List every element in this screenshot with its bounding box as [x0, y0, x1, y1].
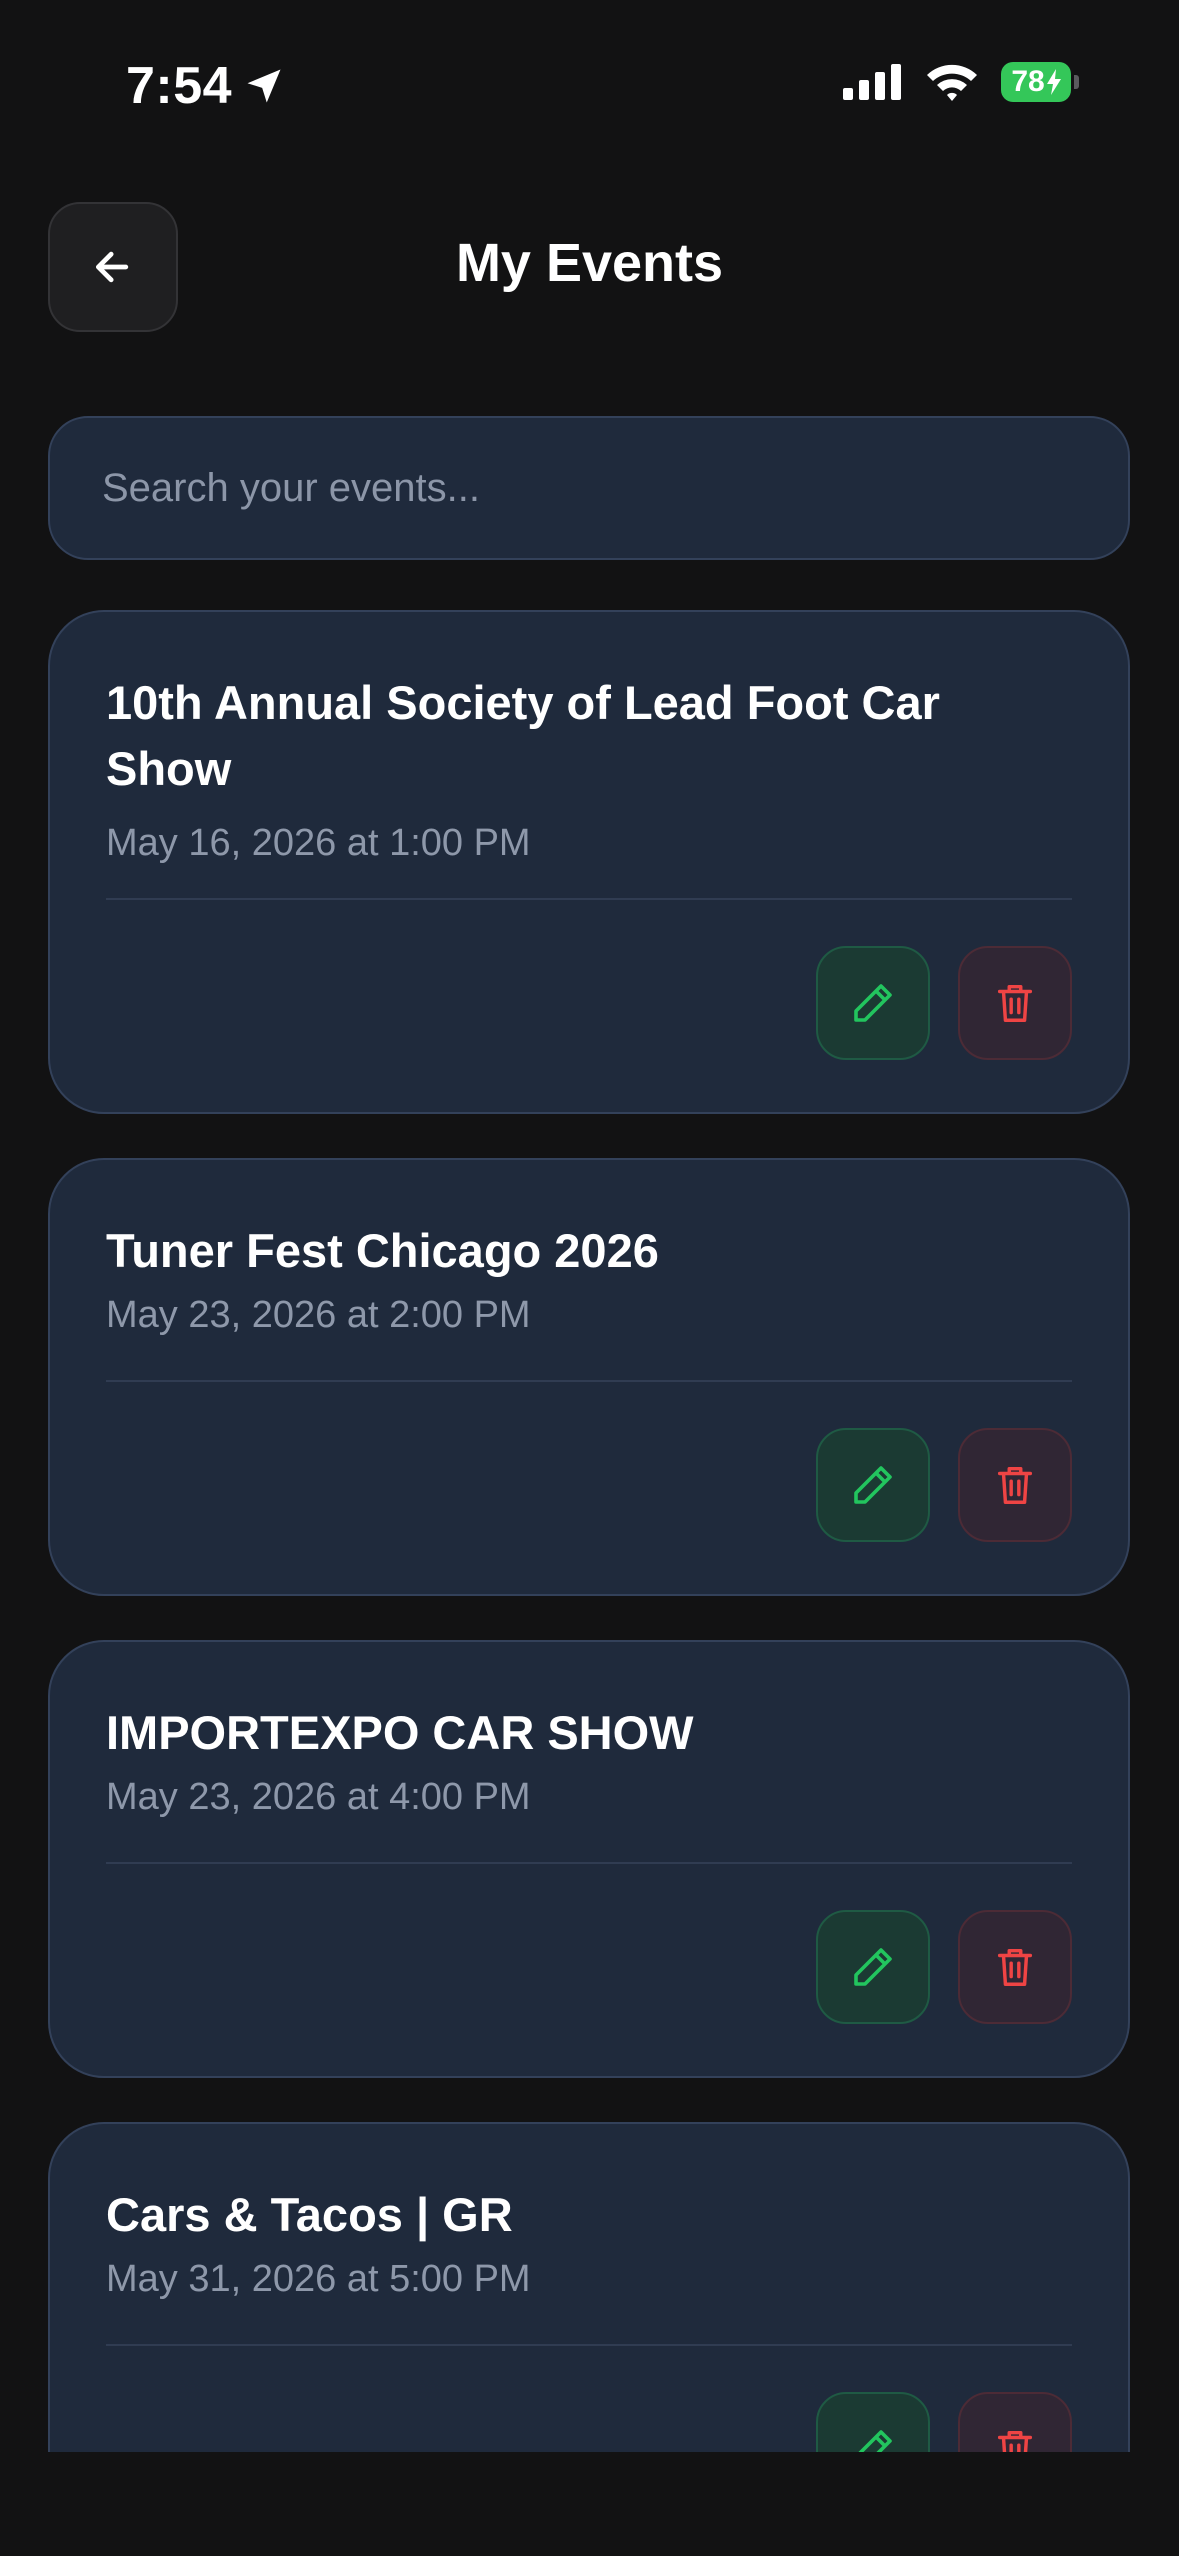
- cellular-signal-icon: [843, 64, 901, 100]
- card-divider: [106, 1380, 1072, 1382]
- event-title: 10th Annual Society of Lead Foot Car Sho…: [106, 676, 940, 795]
- trash-icon: [997, 1466, 1033, 1504]
- battery-body: 78: [1001, 62, 1072, 102]
- battery-cap: [1074, 75, 1079, 89]
- battery-level: 78: [1011, 65, 1045, 98]
- event-card[interactable]: Tuner Fest Chicago 2026 May 23, 2026 at …: [48, 1158, 1130, 1596]
- trash-icon: [997, 1948, 1033, 1986]
- wifi-icon: [927, 64, 977, 101]
- event-date: May 23, 2026 at 2:00 PM: [106, 1294, 531, 1336]
- edit-event-button[interactable]: [816, 1428, 930, 1542]
- event-title: Tuner Fest Chicago 2026: [106, 1224, 659, 1277]
- event-title: Cars & Tacos | GR: [106, 2188, 513, 2241]
- status-time: 7:54: [126, 56, 286, 116]
- card-divider: [106, 1862, 1072, 1864]
- event-card[interactable]: Cars & Tacos | GR May 31, 2026 at 5:00 P…: [48, 2122, 1130, 2452]
- battery-indicator: 78: [1001, 62, 1079, 102]
- pencil-icon: [854, 984, 892, 1022]
- delete-event-button[interactable]: [958, 2392, 1072, 2452]
- event-title: IMPORTEXPO CAR SHOW: [106, 1706, 694, 1759]
- event-card[interactable]: 10th Annual Society of Lead Foot Car Sho…: [48, 610, 1130, 1114]
- status-bar: 7:54 78: [0, 0, 1179, 170]
- clock-text: 7:54: [126, 57, 233, 115]
- pencil-icon: [854, 1948, 892, 1986]
- events-list[interactable]: 10th Annual Society of Lead Foot Car Sho…: [0, 600, 1179, 2452]
- delete-event-button[interactable]: [958, 1428, 1072, 1542]
- card-divider: [106, 898, 1072, 900]
- edit-event-button[interactable]: [816, 2392, 930, 2452]
- event-date: May 16, 2026 at 1:00 PM: [106, 822, 531, 864]
- card-divider: [106, 2344, 1072, 2346]
- pencil-icon: [854, 1466, 892, 1504]
- pencil-icon: [858, 2430, 892, 2452]
- location-arrow-icon: [247, 69, 281, 103]
- edit-event-button[interactable]: [816, 1910, 930, 2024]
- edit-event-button[interactable]: [816, 946, 930, 1060]
- page-title: My Events: [455, 233, 724, 293]
- trash-icon: [997, 2430, 1033, 2452]
- charging-bolt-icon: [1046, 69, 1061, 95]
- search-bar[interactable]: [48, 416, 1130, 560]
- search-input[interactable]: [100, 464, 1078, 512]
- event-card[interactable]: IMPORTEXPO CAR SHOW May 23, 2026 at 4:00…: [48, 1640, 1130, 2078]
- delete-event-button[interactable]: [958, 1910, 1072, 2024]
- status-icons: 78: [843, 62, 1079, 102]
- event-date: May 23, 2026 at 4:00 PM: [106, 1776, 531, 1818]
- trash-icon: [997, 984, 1033, 1022]
- event-date: May 31, 2026 at 5:00 PM: [106, 2258, 531, 2300]
- delete-event-button[interactable]: [958, 946, 1072, 1060]
